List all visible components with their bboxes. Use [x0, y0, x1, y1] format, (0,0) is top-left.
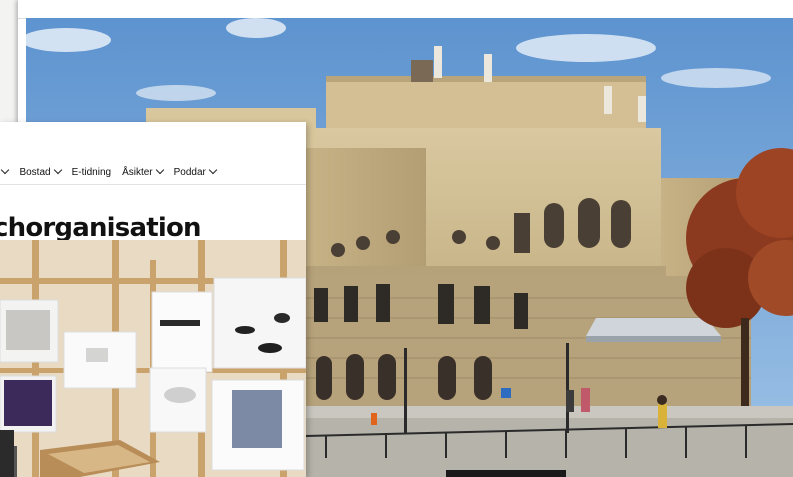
site-navigation: lj Bostad E-tidning Åsikter Poddar	[0, 160, 306, 185]
article-headline[interactable]: chorganisation	[0, 213, 202, 243]
nav-item-asikter[interactable]: Åsikter	[122, 165, 164, 178]
nav-item-label: Poddar	[173, 166, 206, 178]
nav-item-label: Bostad	[19, 166, 51, 178]
background-window-topbar	[18, 0, 793, 19]
nav-item-bostad[interactable]: Bostad	[19, 165, 62, 178]
chevron-down-icon	[1, 165, 10, 175]
exhibition-photo[interactable]	[0, 240, 306, 477]
nav-item-label: Åsikter	[122, 166, 153, 178]
chevron-down-icon	[53, 165, 62, 175]
chevron-down-icon	[208, 165, 218, 175]
newspaper-window: lj Bostad E-tidning Åsikter Poddar chorg…	[0, 122, 306, 477]
chevron-down-icon	[155, 165, 164, 175]
nav-item-poddar[interactable]: Poddar	[173, 165, 218, 178]
nav-item-label: E-tidning	[71, 166, 112, 178]
nav-item-e-tidning[interactable]: E-tidning	[72, 167, 111, 178]
nav-item-1[interactable]: lj	[0, 165, 10, 178]
